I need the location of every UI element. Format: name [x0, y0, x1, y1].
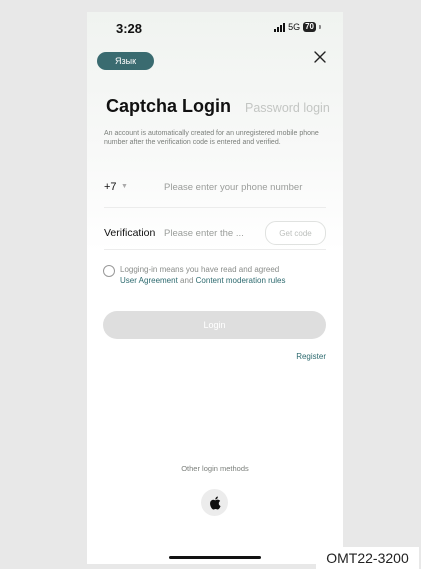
register-link[interactable]: Register [296, 352, 326, 361]
country-code-selector[interactable]: +7 [104, 181, 117, 193]
network-type: 5G [288, 22, 301, 32]
phone-number-input[interactable] [164, 178, 324, 196]
home-indicator[interactable] [169, 556, 261, 559]
user-agreement-link[interactable]: User Agreement [120, 276, 178, 285]
other-login-methods-label: Other login methods [181, 464, 249, 473]
signal-icon [274, 22, 286, 32]
watermark-label: OMT22-3200 [316, 547, 419, 569]
agreement-text: Logging-in means you have read and agree… [120, 264, 330, 286]
apple-icon [209, 496, 221, 509]
tab-captcha-login[interactable]: Captcha Login [106, 96, 231, 117]
verification-row: Verification Get code [104, 217, 326, 250]
verification-code-input[interactable] [164, 224, 264, 242]
language-button[interactable]: Язык [97, 52, 154, 70]
status-time: 3:28 [116, 21, 143, 36]
status-indicators: 5G 70 [274, 22, 321, 32]
phone-number-row: +7 ▼ [104, 177, 326, 208]
content-moderation-link[interactable]: Content moderation rules [196, 276, 286, 285]
apple-login-button[interactable] [201, 489, 228, 516]
phone-screen: 3:28 5G 70 Язык Captcha Login Password l… [87, 12, 343, 564]
tab-password-login[interactable]: Password login [245, 101, 330, 115]
agreement-checkbox[interactable] [103, 265, 115, 277]
agreement-joiner: and [180, 276, 194, 285]
chevron-down-icon[interactable]: ▼ [121, 183, 128, 190]
agreement-statement: Logging-in means you have read and agree… [120, 265, 280, 274]
close-icon[interactable] [312, 49, 328, 65]
login-button[interactable]: Login [103, 311, 326, 339]
battery-tip [319, 25, 321, 29]
auto-account-notice: An account is automatically created for … [104, 130, 319, 146]
verification-label: Verification [104, 227, 156, 239]
get-code-button[interactable]: Get code [265, 221, 326, 245]
battery-icon: 70 [303, 22, 316, 32]
status-bar: 3:28 5G 70 [87, 12, 343, 42]
